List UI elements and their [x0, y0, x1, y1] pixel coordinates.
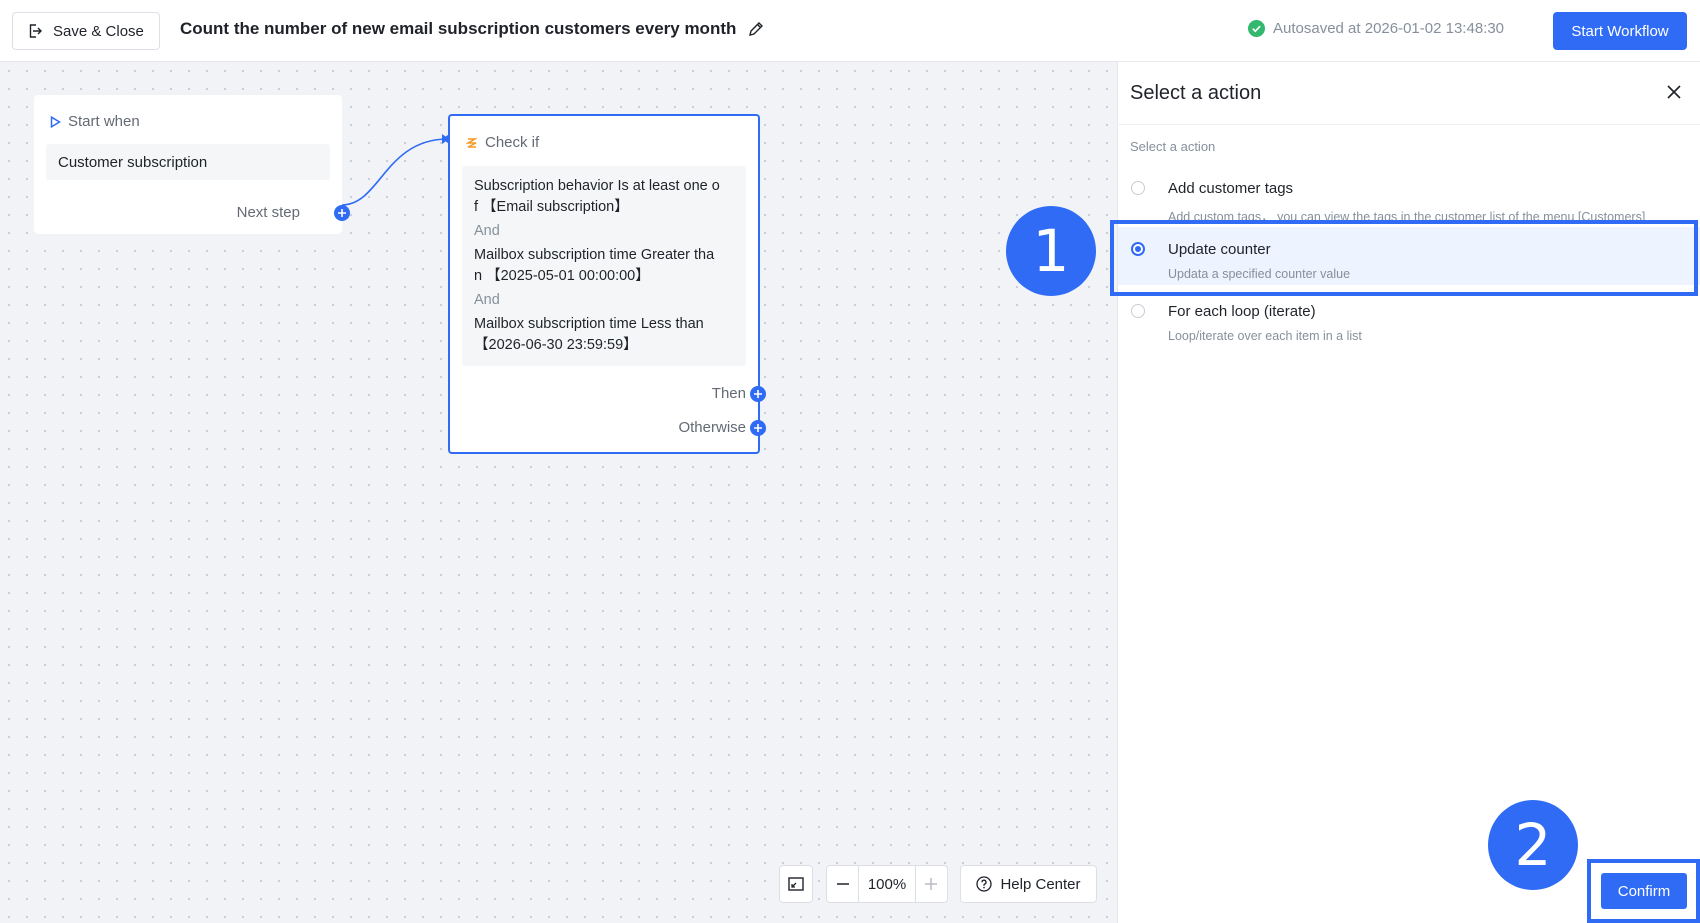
- option-for-each-loop[interactable]: For each loop (iterate) Loop/iterate ove…: [1118, 289, 1700, 347]
- branch-icon: [466, 137, 478, 148]
- edit-icon[interactable]: [746, 19, 766, 39]
- option-description: Loop/iterate over each item in a list: [1168, 329, 1362, 343]
- help-center-button[interactable]: Help Center: [960, 865, 1097, 903]
- highlight-update-counter: [1110, 220, 1698, 296]
- autosave-text: Autosaved at 2026-01-02 13:48:30: [1273, 20, 1505, 37]
- next-step-label: Next step: [236, 204, 300, 221]
- check-node-header: Check if: [466, 134, 539, 151]
- and-connector: And: [474, 223, 500, 239]
- radio-button[interactable]: [1131, 181, 1145, 195]
- and-connector: And: [474, 292, 500, 308]
- start-node-header: Start when: [50, 113, 140, 130]
- condition-text: Mailbox subscription time Less than: [474, 316, 704, 332]
- select-action-panel: Select a action Select a action Add cust…: [1117, 62, 1700, 923]
- conditions-box: Subscription behavior Is at least one o …: [462, 166, 746, 366]
- play-icon: [50, 115, 61, 128]
- close-icon[interactable]: [1665, 83, 1683, 101]
- otherwise-label: Otherwise: [678, 419, 746, 436]
- check-circle-icon: [1248, 20, 1265, 37]
- panel-title: Select a action: [1130, 82, 1262, 104]
- zoom-out-button[interactable]: [827, 866, 860, 902]
- radio-button[interactable]: [1131, 304, 1145, 318]
- condition-text: f 【Email subscription】: [474, 199, 629, 215]
- option-add-customer-tags[interactable]: Add customer tags Add custom tags， you c…: [1118, 166, 1700, 224]
- option-title: For each loop (iterate): [1168, 303, 1316, 320]
- save-close-button[interactable]: Save & Close: [12, 12, 160, 50]
- zoom-level: 100%: [859, 866, 916, 902]
- highlight-confirm: [1587, 859, 1700, 923]
- plus-icon: [925, 878, 938, 890]
- condition-text: 【2026-06-30 23:59:59】: [474, 337, 638, 353]
- save-close-label: Save & Close: [53, 22, 144, 40]
- workflow-canvas[interactable]: Start when Customer subscription Next st…: [0, 62, 1117, 923]
- panel-subtitle: Select a action: [1130, 139, 1216, 154]
- fit-screen-icon: [788, 877, 804, 891]
- trigger-label: Customer subscription: [46, 144, 330, 180]
- check-node-heading: Check if: [485, 134, 540, 151]
- zoom-in-button[interactable]: [916, 866, 947, 902]
- help-center-label: Help Center: [1000, 875, 1081, 893]
- start-node-heading: Start when: [68, 113, 140, 130]
- top-bar: Save & Close Count the number of new ema…: [0, 0, 1700, 62]
- start-node[interactable]: Start when Customer subscription Next st…: [34, 95, 350, 234]
- step-badge-1: 1: [1006, 206, 1096, 296]
- option-title: Add customer tags: [1168, 180, 1294, 197]
- page-title: Count the number of new email subscripti…: [180, 19, 737, 38]
- autosave-status: Autosaved at 2026-01-02 13:48:30: [1248, 20, 1504, 37]
- condition-text: Mailbox subscription time Greater tha: [474, 247, 715, 263]
- condition-text: Subscription behavior Is at least one o: [474, 178, 720, 194]
- exit-icon: [29, 24, 42, 38]
- question-circle-icon: [976, 876, 993, 892]
- workflow-title-area: Count the number of new email subscripti…: [180, 19, 766, 39]
- start-workflow-button[interactable]: Start Workflow: [1553, 12, 1687, 50]
- add-otherwise-plus-icon[interactable]: [750, 420, 766, 436]
- minus-icon: [836, 883, 849, 885]
- add-next-step-plus-icon[interactable]: [334, 205, 350, 221]
- step-badge-2: 2: [1488, 800, 1578, 890]
- fit-view-button[interactable]: [779, 865, 813, 903]
- then-label: Then: [711, 385, 746, 402]
- zoom-control: 100%: [826, 865, 948, 903]
- add-then-plus-icon[interactable]: [750, 386, 766, 402]
- condition-text: n 【2025-05-01 00:00:00】: [474, 268, 650, 284]
- check-if-node[interactable]: Check if Subscription behavior Is at lea…: [448, 114, 766, 454]
- panel-divider: [1118, 124, 1700, 125]
